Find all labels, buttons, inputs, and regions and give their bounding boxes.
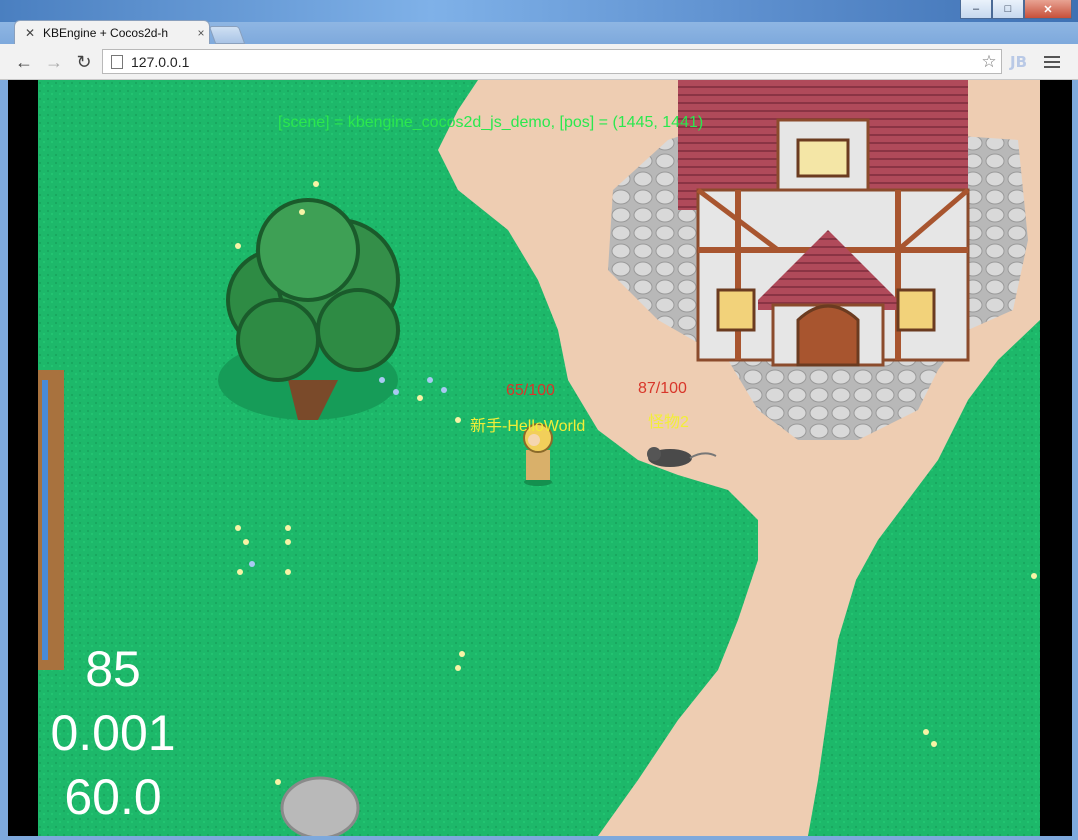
house [678, 80, 970, 367]
page-icon [111, 54, 123, 69]
window-frame-bottom [0, 836, 1078, 840]
minimize-button[interactable]: – [960, 0, 992, 19]
title-bar: – □ ✕ ✕ KBEngine + Cocos2d-h × [0, 0, 1078, 45]
rock [280, 776, 360, 836]
forward-arrow-icon[interactable]: → [42, 50, 66, 74]
close-window-button[interactable]: ✕ [1024, 0, 1072, 19]
desktop-background [0, 0, 1078, 22]
scene-info-label: [scene] = kbengine_cocos2d_js_demo, [pos… [278, 114, 704, 131]
monster-name-label: 怪物2 [648, 414, 689, 431]
menu-icon[interactable] [1044, 53, 1060, 69]
tab-close-icon[interactable]: × [193, 26, 209, 40]
player-hp-label: 65/100 [506, 382, 555, 399]
fence [38, 370, 64, 670]
back-arrow-icon[interactable]: ← [12, 50, 36, 74]
game-canvas[interactable]: [scene] = kbengine_cocos2d_js_demo, [pos… [38, 80, 1040, 836]
new-tab-button[interactable] [208, 26, 246, 44]
window-frame-right [1072, 80, 1078, 840]
browser-toolbar: ← → ↻ 127.0.0.1 ☆ JB [0, 44, 1078, 80]
player-name-label: 新手-HelloWorld [470, 418, 586, 435]
draw-calls-stat: 85 [85, 641, 141, 697]
monster-hp-label: 87/100 [638, 380, 687, 397]
fps-stat: 60.0 [64, 769, 162, 825]
page-viewport: [scene] = kbengine_cocos2d_js_demo, [pos… [8, 80, 1072, 836]
tab-title: KBEngine + Cocos2d-h [43, 26, 169, 40]
game-scene [38, 80, 1040, 836]
address-bar[interactable]: 127.0.0.1 ☆ [102, 49, 1002, 74]
window-frame-left [0, 80, 8, 840]
bookmark-star-icon[interactable]: ☆ [977, 52, 1001, 72]
cocos-favicon-icon: ✕ [24, 26, 36, 40]
browser-window: – □ ✕ ✕ KBEngine + Cocos2d-h × ← → ↻ 127… [0, 0, 1078, 840]
extension-icon[interactable]: JB [1010, 53, 1027, 71]
frame-time-stat: 0.001 [50, 705, 176, 761]
reload-icon[interactable]: ↻ [72, 50, 96, 74]
window-controls: – □ ✕ [960, 0, 1072, 20]
browser-tab[interactable]: ✕ KBEngine + Cocos2d-h × [14, 20, 210, 45]
url-text[interactable]: 127.0.0.1 [131, 54, 977, 70]
maximize-button[interactable]: □ [992, 0, 1024, 19]
